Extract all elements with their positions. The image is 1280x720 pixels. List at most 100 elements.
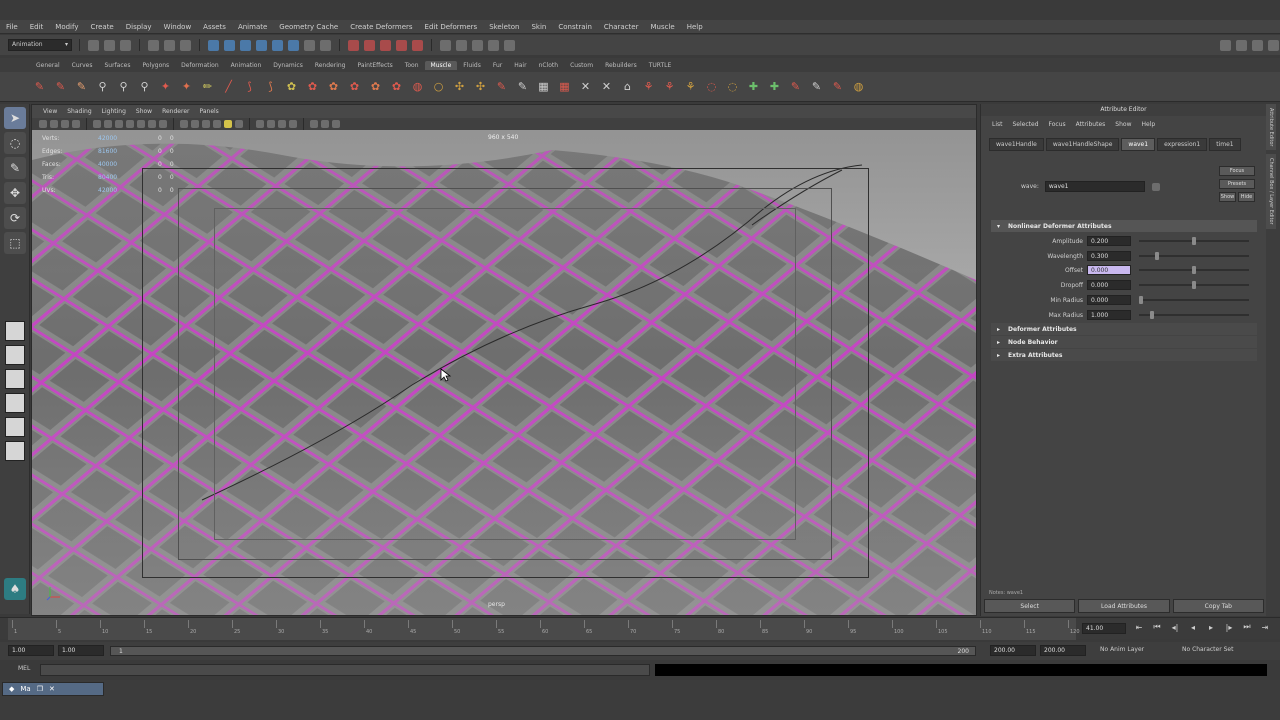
- make-live-icon[interactable]: [412, 39, 423, 51]
- render-settings-icon[interactable]: [488, 39, 499, 51]
- min-radius-field[interactable]: 0.000: [1087, 295, 1131, 305]
- 3d-viewport[interactable]: 960 x 540 persp Verts: 42000 0 0 Edges: …: [32, 130, 976, 615]
- step-forward-frame-icon[interactable]: |▸: [1222, 623, 1236, 632]
- snap-view-plane-icon[interactable]: [396, 39, 407, 51]
- min-radius-slider[interactable]: [1139, 296, 1249, 304]
- save-scene-icon[interactable]: [120, 39, 131, 51]
- muscle-tool-icon[interactable]: ✎: [30, 77, 49, 96]
- muscle-tool-icon[interactable]: ✎: [828, 77, 847, 96]
- image-plane-icon[interactable]: [72, 120, 80, 128]
- muscle-tool-icon[interactable]: ✕: [597, 77, 616, 96]
- shelf-tab-turtle[interactable]: TURTLE: [643, 61, 678, 70]
- slider-handle[interactable]: [1192, 266, 1196, 274]
- toggle-sidebar-icon[interactable]: [1220, 39, 1231, 51]
- tab-channel-box-layer-editor[interactable]: Channel Box / Layer Editor: [1266, 154, 1276, 230]
- deformer-attributes-header[interactable]: ▸ Deformer Attributes: [991, 323, 1257, 335]
- wireframe-on-shaded-icon[interactable]: [202, 120, 210, 128]
- paint-select-tool-icon[interactable]: ✎: [4, 157, 26, 179]
- step-forward-key-icon[interactable]: ⏭: [1240, 622, 1254, 632]
- muscle-tool-icon[interactable]: ⚘: [681, 77, 700, 96]
- select-tool-icon[interactable]: ➤: [4, 107, 26, 129]
- muscle-tool-icon[interactable]: ◍: [849, 77, 868, 96]
- muscle-tool-icon[interactable]: ✣: [450, 77, 469, 96]
- camera-attributes-icon[interactable]: [50, 120, 58, 128]
- menu-help[interactable]: Help: [681, 23, 709, 31]
- select-button[interactable]: Select: [984, 599, 1076, 613]
- textured-icon[interactable]: [213, 120, 221, 128]
- go-to-start-icon[interactable]: ⇤: [1132, 623, 1146, 632]
- muscle-tool-icon[interactable]: ✦: [156, 77, 175, 96]
- tab-expression1[interactable]: expression1: [1157, 137, 1208, 151]
- isolate-select-icon[interactable]: [289, 120, 297, 128]
- panel-menu-lighting[interactable]: Lighting: [97, 108, 131, 115]
- toggle-tool-settings-icon[interactable]: [1236, 39, 1247, 51]
- muscle-tool-icon[interactable]: ◍: [408, 77, 427, 96]
- shelf-tab-painteffects[interactable]: PaintEffects: [351, 61, 398, 70]
- panel-menu-show[interactable]: Show: [131, 108, 157, 115]
- panel-menu-shading[interactable]: Shading: [62, 108, 96, 115]
- menu-muscle[interactable]: Muscle: [644, 23, 680, 31]
- open-scene-icon[interactable]: [104, 39, 115, 51]
- safe-action-icon[interactable]: [148, 120, 156, 128]
- muscle-tool-icon[interactable]: ✿: [282, 77, 301, 96]
- playback-start-field[interactable]: 1.00: [58, 645, 104, 656]
- panel-menu-view[interactable]: View: [38, 108, 62, 115]
- show-button[interactable]: Show: [1219, 192, 1236, 202]
- muscle-tool-icon[interactable]: ▦: [555, 77, 574, 96]
- node-name-field[interactable]: wave1: [1044, 181, 1145, 192]
- safe-title-icon[interactable]: [159, 120, 167, 128]
- mask-rendering-icon[interactable]: [304, 39, 315, 51]
- use-all-lights-icon[interactable]: [224, 120, 232, 128]
- muscle-tool-icon[interactable]: ✎: [492, 77, 511, 96]
- amplitude-slider[interactable]: [1139, 237, 1249, 245]
- shelf-tab-animation[interactable]: Animation: [225, 61, 268, 70]
- muscle-tool-icon[interactable]: ⚘: [639, 77, 658, 96]
- step-back-frame-icon[interactable]: ◂|: [1168, 623, 1182, 632]
- shelf-tab-surfaces[interactable]: Surfaces: [98, 61, 136, 70]
- go-to-input-icon[interactable]: [1151, 182, 1160, 191]
- close-icon[interactable]: ✕: [49, 685, 55, 693]
- mask-surfaces-icon[interactable]: [256, 39, 267, 51]
- muscle-tool-icon[interactable]: ✿: [303, 77, 322, 96]
- muscle-tool-icon[interactable]: ✏: [198, 77, 217, 96]
- step-back-key-icon[interactable]: ⏮: [1150, 622, 1164, 632]
- shelf-tab-custom[interactable]: Custom: [564, 61, 599, 70]
- muscle-tool-icon[interactable]: ✦: [177, 77, 196, 96]
- focus-button[interactable]: Focus: [1219, 166, 1255, 176]
- muscle-tool-icon[interactable]: ⟆: [261, 77, 280, 96]
- wavelength-slider[interactable]: [1139, 252, 1249, 260]
- copy-tab-button[interactable]: Copy Tab: [1172, 599, 1264, 613]
- muscle-tool-icon[interactable]: ╱: [219, 77, 238, 96]
- mask-curves-icon[interactable]: [240, 39, 251, 51]
- amplitude-field[interactable]: 0.200: [1087, 236, 1131, 246]
- muscle-tool-icon[interactable]: ○: [429, 77, 448, 96]
- muscle-tool-icon[interactable]: ◌: [702, 77, 721, 96]
- minimized-window[interactable]: ◆ Ma ❐ ✕: [2, 682, 104, 696]
- shelf-tab-rebuilders[interactable]: Rebuilders: [599, 61, 643, 70]
- muscle-tool-icon[interactable]: ⚲: [135, 77, 154, 96]
- muscle-tool-icon[interactable]: ✣: [471, 77, 490, 96]
- high-quality-icon[interactable]: [310, 120, 318, 128]
- backface-culling-icon[interactable]: [278, 120, 286, 128]
- menu-file[interactable]: File: [0, 23, 24, 31]
- motion-blur-icon[interactable]: [332, 120, 340, 128]
- mask-deformers-icon[interactable]: [272, 39, 283, 51]
- menu-display[interactable]: Display: [120, 23, 158, 31]
- menu-skeleton[interactable]: Skeleton: [483, 23, 525, 31]
- max-radius-field[interactable]: 1.000: [1087, 310, 1131, 320]
- mel-label[interactable]: MEL: [18, 665, 30, 672]
- snap-grid-icon[interactable]: [348, 39, 359, 51]
- muscle-tool-icon[interactable]: ✎: [51, 77, 70, 96]
- go-to-end-icon[interactable]: ⇥: [1258, 623, 1272, 632]
- offset-field[interactable]: 0.000: [1087, 265, 1131, 275]
- xray-icon[interactable]: [256, 120, 264, 128]
- slider-handle[interactable]: [1154, 252, 1159, 260]
- hide-button[interactable]: Hide: [1238, 192, 1255, 202]
- shelf-tab-ncloth[interactable]: nCloth: [533, 61, 565, 70]
- grid-icon[interactable]: [93, 120, 101, 128]
- film-gate-icon[interactable]: [104, 120, 112, 128]
- restore-icon[interactable]: ❐: [37, 685, 43, 693]
- presets-button[interactable]: Presets: [1219, 179, 1255, 189]
- tab-wave1[interactable]: wave1: [1121, 137, 1156, 151]
- new-scene-icon[interactable]: [88, 39, 99, 51]
